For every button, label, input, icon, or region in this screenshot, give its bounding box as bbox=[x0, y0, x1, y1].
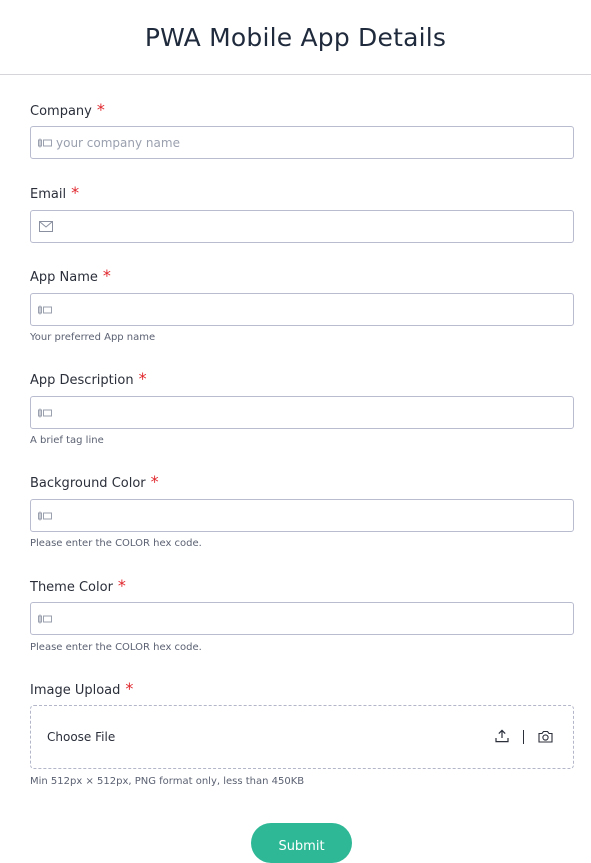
required-marker: * bbox=[71, 183, 80, 202]
image-upload-label-row: Image Upload * bbox=[30, 679, 574, 700]
camera-icon[interactable] bbox=[538, 728, 553, 747]
app-description-label: App Description bbox=[30, 373, 134, 388]
image-upload-dropzone[interactable]: Choose File bbox=[30, 705, 574, 769]
app-name-label-row: App Name * bbox=[30, 266, 574, 287]
text-field-icon bbox=[38, 407, 53, 419]
envelope-icon bbox=[38, 221, 53, 233]
submit-button[interactable]: Submit bbox=[251, 823, 352, 863]
background-color-label-row: Background Color * bbox=[30, 472, 574, 493]
background-color-help: Please enter the COLOR hex code. bbox=[30, 538, 202, 549]
app-description-help: A brief tag line bbox=[30, 435, 104, 446]
image-upload-help: Min 512px × 512px, PNG format only, less… bbox=[30, 776, 305, 787]
company-input[interactable]: your company name bbox=[30, 126, 574, 159]
email-label-row: Email * bbox=[30, 183, 574, 204]
required-marker: * bbox=[150, 472, 159, 491]
page-title: PWA Mobile App Details bbox=[144, 22, 447, 52]
choose-file-button[interactable]: Choose File bbox=[47, 730, 495, 744]
background-color-label: Background Color bbox=[30, 476, 146, 491]
required-marker: * bbox=[117, 576, 126, 595]
background-color-input[interactable] bbox=[30, 499, 574, 532]
theme-color-label: Theme Color bbox=[30, 580, 113, 595]
page-header: PWA Mobile App Details bbox=[0, 0, 591, 75]
app-name-help: Your preferred App name bbox=[30, 332, 156, 343]
app-description-label-row: App Description * bbox=[30, 369, 574, 390]
company-label-row: Company * bbox=[30, 100, 574, 121]
app-description-input[interactable] bbox=[30, 396, 574, 429]
text-field-icon bbox=[38, 137, 53, 149]
company-placeholder: your company name bbox=[56, 135, 180, 150]
divider bbox=[523, 730, 524, 744]
app-name-input[interactable] bbox=[30, 293, 574, 326]
text-field-icon bbox=[38, 613, 53, 625]
upload-actions bbox=[495, 728, 553, 747]
email-input[interactable] bbox=[30, 210, 574, 243]
required-marker: * bbox=[138, 369, 147, 388]
app-name-label: App Name bbox=[30, 270, 98, 285]
theme-color-help: Please enter the COLOR hex code. bbox=[30, 642, 202, 653]
company-label: Company bbox=[30, 104, 92, 119]
text-field-icon bbox=[38, 304, 53, 316]
image-upload-label: Image Upload bbox=[30, 683, 121, 698]
email-label: Email bbox=[30, 187, 67, 202]
text-field-icon bbox=[38, 510, 53, 522]
theme-color-label-row: Theme Color * bbox=[30, 576, 574, 597]
required-marker: * bbox=[102, 266, 111, 285]
upload-icon[interactable] bbox=[495, 728, 509, 747]
required-marker: * bbox=[96, 100, 105, 119]
required-marker: * bbox=[125, 679, 134, 698]
theme-color-input[interactable] bbox=[30, 602, 574, 635]
